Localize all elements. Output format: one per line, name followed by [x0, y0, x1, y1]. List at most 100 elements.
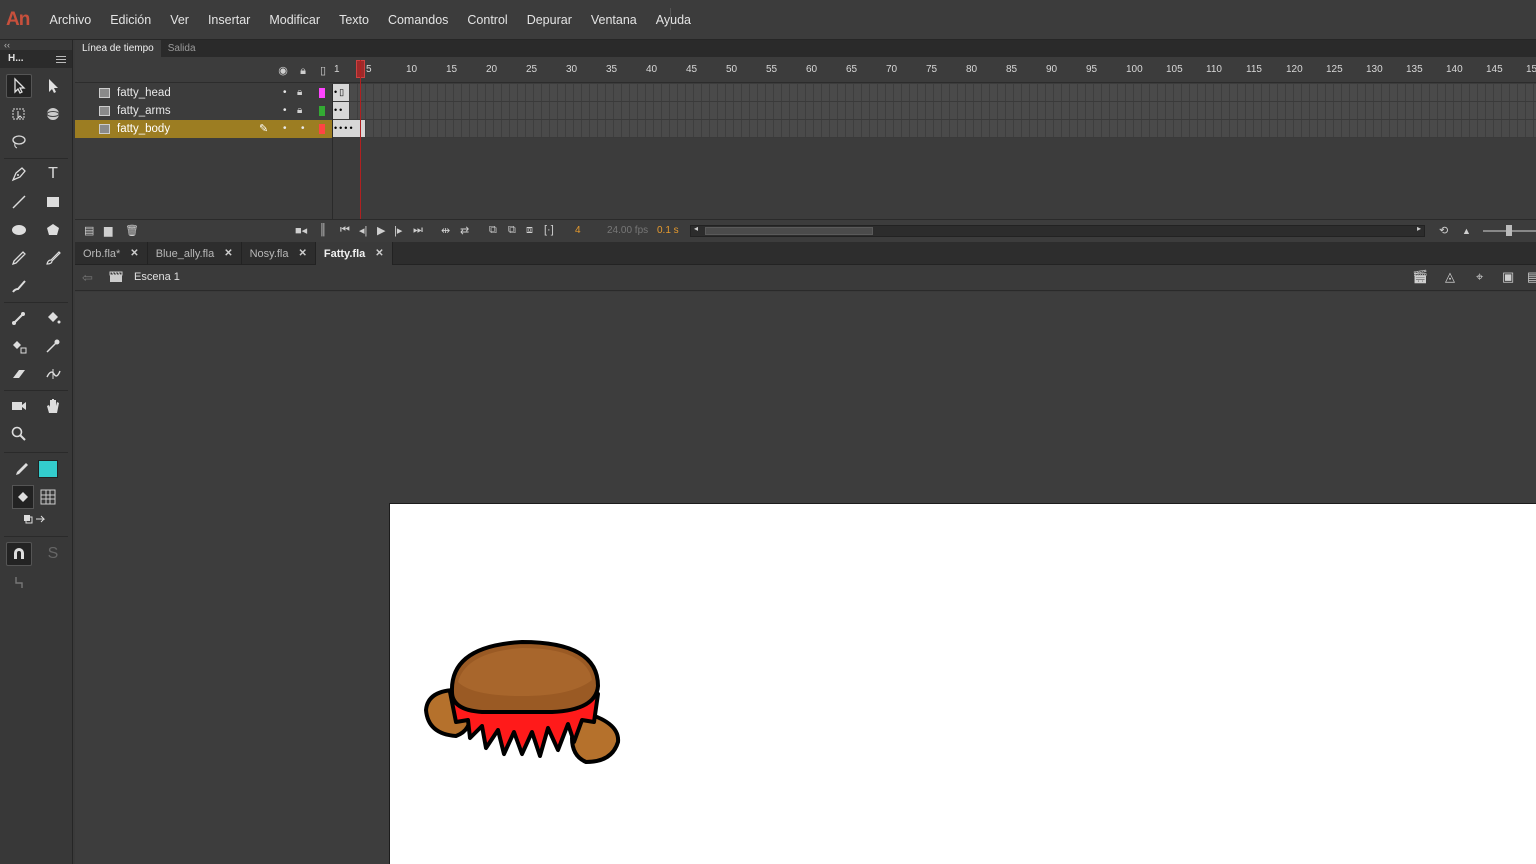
doc-tab-blue-ally[interactable]: Blue_ally.fla ✕	[148, 242, 242, 265]
oval-tool[interactable]	[6, 218, 32, 242]
back-arrow-icon[interactable]: ⇦	[82, 270, 93, 286]
menu-ayuda[interactable]: Ayuda	[646, 0, 700, 40]
modify-markers-icon[interactable]: [·]	[544, 224, 554, 236]
layer-color-swatch[interactable]	[319, 106, 325, 116]
outline-icon[interactable]: ▯	[317, 65, 329, 77]
brush-tool[interactable]	[6, 274, 32, 298]
fill-none-swatch[interactable]	[37, 485, 59, 509]
rectangle-tool[interactable]	[40, 190, 66, 214]
lock-dot[interactable]: •	[301, 120, 305, 138]
panel-menu-icon[interactable]	[56, 56, 66, 63]
loop-icon[interactable]: ⇄	[460, 224, 469, 237]
menu-modificar[interactable]: Modificar	[260, 0, 330, 40]
zoom-tool[interactable]	[6, 422, 32, 446]
close-icon[interactable]: ✕	[224, 248, 232, 259]
lock-icon[interactable]: 🔒︎	[297, 84, 302, 102]
tab-output[interactable]: Salida	[161, 40, 203, 57]
timeline-scrollbar[interactable]: ◂ ▸	[690, 224, 1425, 237]
eraser-tool[interactable]	[6, 362, 32, 386]
scroll-left-icon[interactable]: ◂	[694, 224, 698, 233]
frame-row[interactable]: •▯	[333, 84, 1536, 102]
reset-zoom-icon[interactable]: ⟲	[1439, 224, 1448, 237]
last-frame-icon[interactable]: ⏭	[413, 224, 423, 237]
free-transform-tool[interactable]	[6, 102, 32, 126]
fill-color-button[interactable]	[12, 485, 34, 509]
tab-timeline[interactable]: Línea de tiempo	[75, 40, 161, 57]
visibility-dot[interactable]: •	[283, 84, 287, 102]
scene-name[interactable]: Escena 1	[134, 271, 180, 283]
eyedropper-tool[interactable]	[40, 334, 66, 358]
doc-tab-nosy[interactable]: Nosy.fla ✕	[242, 242, 316, 265]
scroll-right-icon[interactable]: ▸	[1417, 224, 1421, 233]
lock-icon[interactable]: 🔒︎	[297, 65, 309, 77]
visibility-dot[interactable]: •	[283, 102, 287, 120]
menu-ver[interactable]: Ver	[161, 0, 199, 40]
layer-color-swatch[interactable]	[319, 124, 325, 134]
fatty-character[interactable]	[422, 638, 622, 770]
frame-grid[interactable]: •▯ •• ••••	[333, 84, 1536, 138]
selection-tool[interactable]	[6, 74, 32, 98]
center-stage-icon[interactable]: ⌖	[1476, 269, 1483, 285]
layer-row[interactable]: fatty_arms • 🔒︎	[75, 102, 332, 120]
menu-insertar[interactable]: Insertar	[198, 0, 259, 40]
playhead-line[interactable]	[360, 60, 361, 220]
bone-tool[interactable]	[6, 306, 32, 330]
play-icon[interactable]: ▶	[377, 224, 385, 237]
3d-rotation-tool[interactable]	[40, 102, 66, 126]
scrollbar-thumb[interactable]	[705, 227, 873, 235]
close-icon[interactable]: ✕	[375, 248, 383, 259]
menu-comandos[interactable]: Comandos	[378, 0, 457, 40]
ink-bottle-tool[interactable]	[6, 334, 32, 358]
camera-layer-icon[interactable]: ■◂	[295, 224, 307, 237]
menu-texto[interactable]: Texto	[330, 0, 379, 40]
lock-icon[interactable]: 🔒︎	[297, 102, 302, 120]
frame-row[interactable]: ••	[333, 102, 1536, 120]
onion-skin-icon[interactable]: ⧉	[489, 224, 497, 237]
parent-view-icon[interactable]: ║	[319, 224, 327, 236]
pen-tool[interactable]	[6, 162, 32, 186]
paint-brush-tool[interactable]	[40, 246, 66, 270]
layer-row[interactable]: fatty_body ✎ • •	[75, 120, 332, 138]
doc-tab-fatty[interactable]: Fatty.fla ✕	[315, 242, 393, 265]
edit-symbol-icon[interactable]: ◬	[1445, 269, 1455, 285]
text-tool[interactable]: T	[40, 162, 66, 186]
center-frame-icon[interactable]: ⇹	[441, 224, 450, 237]
collapse-panel-button[interactable]: ‹‹	[0, 40, 72, 50]
layer-color-swatch[interactable]	[319, 88, 325, 98]
straighten-button[interactable]	[6, 570, 32, 594]
eye-icon[interactable]: ◉	[277, 65, 289, 77]
pencil-tool[interactable]	[6, 246, 32, 270]
polystar-tool[interactable]	[40, 218, 66, 242]
subselection-tool[interactable]	[40, 74, 66, 98]
current-frame-value[interactable]: 4	[575, 225, 581, 236]
close-icon[interactable]: ✕	[130, 248, 138, 259]
onion-outline-icon[interactable]: ⧉	[508, 224, 516, 237]
menu-control[interactable]: Control	[458, 0, 517, 40]
pasteboard[interactable]	[75, 292, 1536, 864]
menu-archivo[interactable]: Archivo	[40, 0, 101, 40]
menu-depurar[interactable]: Depurar	[517, 0, 581, 40]
smooth-button[interactable]: S	[40, 542, 66, 566]
menu-ventana[interactable]: Ventana	[581, 0, 646, 40]
close-icon[interactable]: ✕	[299, 248, 307, 259]
next-frame-icon[interactable]: |▸	[394, 224, 402, 237]
hand-tool[interactable]	[40, 394, 66, 418]
elapsed-time-value[interactable]: 0.1 s	[657, 225, 679, 236]
first-frame-icon[interactable]: ⏮	[340, 224, 350, 237]
new-folder-icon[interactable]: ▆	[104, 224, 112, 237]
doc-tab-orb[interactable]: Orb.fla* ✕	[75, 242, 148, 265]
paint-bucket-tool[interactable]	[40, 306, 66, 330]
snap-to-objects-button[interactable]	[6, 542, 32, 566]
camera-tool[interactable]	[6, 394, 32, 418]
edit-scene-icon[interactable]: 🎬︎	[1412, 269, 1429, 285]
stage-canvas[interactable]	[389, 503, 1536, 864]
lasso-tool[interactable]	[6, 130, 32, 154]
menu-edicion[interactable]: Edición	[101, 0, 161, 40]
delete-layer-icon[interactable]: 🗑︎	[125, 224, 139, 237]
stroke-color-swatch[interactable]	[38, 460, 58, 478]
keyframe-span[interactable]: •▯	[333, 84, 349, 101]
edit-multiple-frames-icon[interactable]: ⧈	[526, 224, 533, 237]
stroke-color-button[interactable]	[12, 457, 32, 481]
zoom-out-icon[interactable]: ▲	[1462, 226, 1471, 236]
layer-row[interactable]: fatty_head • 🔒︎	[75, 84, 332, 102]
